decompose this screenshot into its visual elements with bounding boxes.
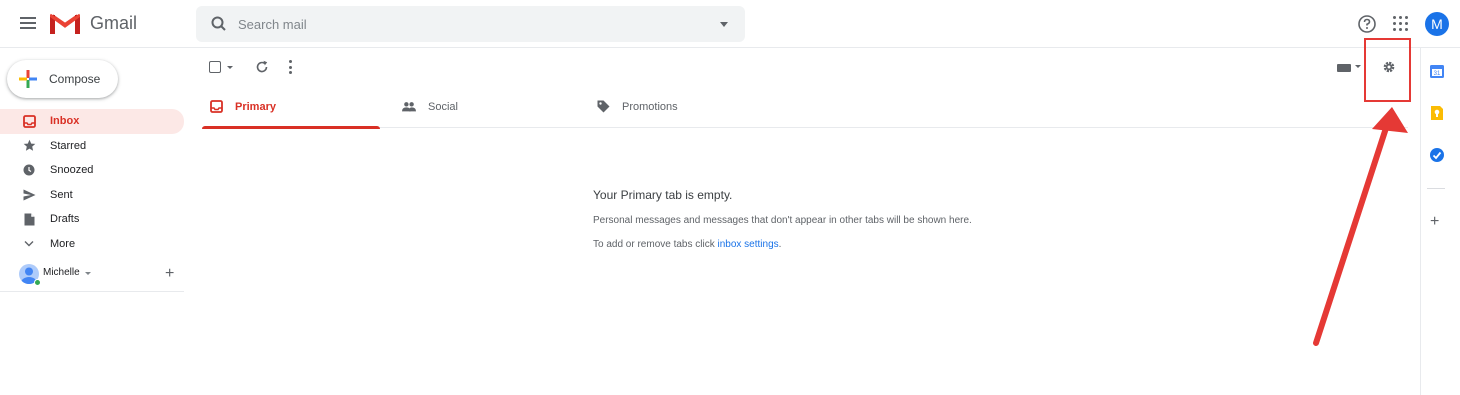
- compose-label: Compose: [49, 72, 101, 86]
- sidebar-item-label: Sent: [50, 188, 73, 201]
- empty-state: Your Primary tab is empty. Personal mess…: [593, 188, 972, 250]
- gmail-logo[interactable]: Gmail: [50, 12, 137, 34]
- gmail-m-icon: [50, 13, 80, 34]
- sidebar-item-label: Drafts: [50, 213, 80, 226]
- sidebar-item-more[interactable]: More: [0, 232, 184, 257]
- sidebar-item-drafts[interactable]: Drafts: [0, 207, 184, 232]
- account-dropdown-icon[interactable]: [85, 272, 91, 275]
- tab-label: Social: [428, 100, 458, 113]
- search-bar: [196, 6, 745, 42]
- clock-icon: [22, 163, 36, 177]
- keyboard-icon[interactable]: [1337, 64, 1351, 72]
- calendar-icon[interactable]: 31: [1429, 63, 1445, 79]
- add-contact-icon[interactable]: +: [165, 265, 174, 283]
- more-vertical-icon[interactable]: [289, 60, 293, 74]
- side-panel-divider: [1427, 188, 1445, 189]
- inbox-icon: [22, 114, 36, 128]
- star-icon: [22, 139, 36, 153]
- account-name[interactable]: Michelle: [43, 267, 80, 278]
- send-icon: [22, 188, 36, 202]
- mail-toolbar: [202, 56, 1410, 80]
- inbox-icon: [209, 100, 223, 114]
- side-panel: 31 +: [1420, 48, 1460, 395]
- sidebar-item-sent[interactable]: Sent: [0, 183, 184, 208]
- tag-icon: [596, 100, 610, 114]
- hint-suffix: .: [778, 239, 782, 250]
- settings-highlight-box: [1364, 38, 1411, 102]
- sidebar-item-label: More: [50, 237, 76, 250]
- sidebar-item-starred[interactable]: Starred: [0, 134, 184, 159]
- app-name: Gmail: [90, 12, 138, 33]
- tab-label: Promotions: [622, 100, 678, 113]
- search-input[interactable]: [238, 14, 698, 34]
- category-tabs: Primary Social Promotions: [202, 85, 1408, 129]
- main-menu-button[interactable]: [18, 14, 38, 34]
- account-avatar[interactable]: M: [1425, 12, 1449, 36]
- top-bar: Gmail M: [0, 0, 1460, 48]
- sidebar-item-label: Inbox: [50, 115, 80, 128]
- apps-grid-icon[interactable]: [1393, 16, 1409, 32]
- sidebar-item-label: Snoozed: [50, 164, 94, 177]
- chevron-down-icon: [22, 237, 36, 251]
- hangouts-account: Michelle +: [0, 262, 184, 292]
- hint-prefix: To add or remove tabs click: [593, 239, 718, 250]
- tab-promotions[interactable]: Promotions: [589, 85, 767, 128]
- tasks-icon[interactable]: [1429, 147, 1445, 163]
- sidebar-item-label: Starred: [50, 139, 87, 152]
- help-icon[interactable]: [1357, 14, 1377, 34]
- sidebar-item-snoozed[interactable]: Snoozed: [0, 158, 184, 183]
- tab-primary[interactable]: Primary: [202, 85, 380, 129]
- annotation-arrow: [1313, 107, 1408, 346]
- refresh-icon[interactable]: [254, 59, 270, 75]
- people-icon: [402, 100, 416, 114]
- select-all-checkbox[interactable]: [209, 61, 221, 73]
- sidebar-nav: Inbox Starred Snoozed Sent Drafts More: [0, 109, 184, 256]
- sidebar-item-inbox[interactable]: Inbox: [0, 109, 184, 134]
- keep-icon[interactable]: [1429, 105, 1445, 121]
- empty-description: Personal messages and messages that don'…: [593, 215, 972, 226]
- compose-plus-icon: [19, 70, 37, 88]
- add-addon-icon[interactable]: +: [1430, 213, 1439, 231]
- search-icon[interactable]: [210, 15, 228, 33]
- svg-text:31: 31: [1434, 71, 1441, 77]
- empty-hint: To add or remove tabs click inbox settin…: [593, 239, 972, 250]
- compose-button[interactable]: Compose: [7, 60, 118, 98]
- input-tools-dropdown-icon[interactable]: [1355, 65, 1361, 68]
- select-options-icon[interactable]: [227, 66, 233, 69]
- tab-social[interactable]: Social: [395, 85, 573, 128]
- search-options-icon[interactable]: [720, 22, 728, 27]
- draft-icon: [22, 212, 36, 226]
- empty-title: Your Primary tab is empty.: [593, 188, 733, 202]
- online-status-icon: [34, 279, 41, 286]
- inbox-settings-link[interactable]: inbox settings: [718, 239, 779, 250]
- tab-label: Primary: [235, 100, 276, 113]
